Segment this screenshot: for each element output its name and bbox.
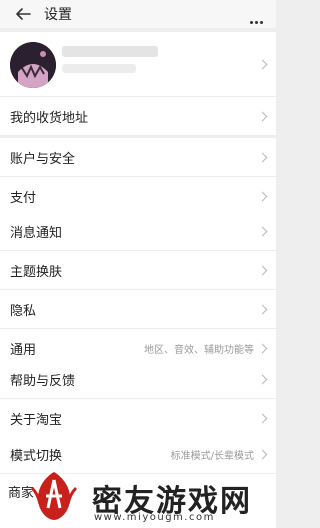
row-notifications[interactable]: 消息通知 [0,212,276,251]
chevron-right-icon [257,111,268,121]
row-theme[interactable]: 主题换肤 [0,251,276,290]
chevron-right-icon [257,191,268,201]
account-id-blurred [62,64,136,73]
chevron-right-icon [257,304,268,314]
row-label: 通用 [10,342,37,358]
row-value: 地区、音效、辅助功能等 [144,344,254,356]
row-address[interactable]: 我的收货地址 [0,97,276,135]
top-bar: 设置 [0,0,276,28]
section-preferences: 消息通知 主题换肤 隐私 通用 地区、音效、辅助功能等 [0,212,276,367]
row-help-feedback[interactable]: 帮助与反馈 [0,360,276,399]
chevron-right-icon [257,413,268,423]
row-label: 我的收货地址 [10,110,89,126]
nickname-blurred [62,46,158,57]
chevron-right-icon [257,343,268,353]
chevron-right-icon [257,226,268,236]
chevron-right-icon [257,449,268,459]
row-value: 标准模式/长辈模式 [170,450,254,462]
row-label: 消息通知 [10,225,63,241]
row-label: 支付 [10,190,37,206]
row-privacy[interactable]: 隐私 [0,290,276,329]
row-label: 主题换肤 [10,264,63,280]
chevron-right-icon [257,59,268,69]
section-help: 帮助与反馈 关于淘宝 [0,360,276,437]
chevron-right-icon [257,152,268,162]
row-label: 帮助与反馈 [10,373,76,389]
row-account-security[interactable]: 账户与安全 [0,138,276,177]
row-about[interactable]: 关于淘宝 [0,399,276,437]
watermark-logo-icon [30,472,78,520]
row-payment[interactable]: 支付 [0,177,276,215]
row-label: 模式切换 [10,448,63,464]
more-options-icon[interactable] [250,9,270,24]
row-label: 隐私 [10,303,37,319]
back-arrow-icon[interactable] [14,5,32,23]
row-label: 账户与安全 [10,151,76,167]
avatar [10,42,56,88]
profile-card[interactable] [0,32,276,96]
section-address: 我的收货地址 [0,97,276,135]
row-label: 关于淘宝 [10,412,63,428]
section-account: 账户与安全 支付 [0,138,276,215]
chevron-right-icon [257,374,268,384]
page-title: 设置 [44,7,72,23]
watermark-url: www.miyougm.com [94,512,215,523]
chevron-right-icon [257,265,268,275]
